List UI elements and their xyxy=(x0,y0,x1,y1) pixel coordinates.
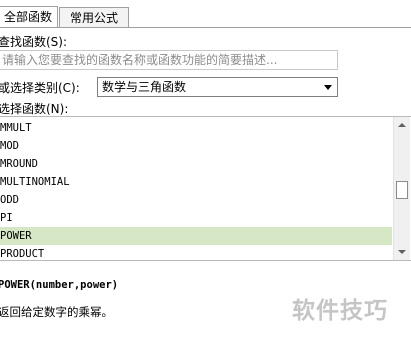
list-item[interactable]: MROUND xyxy=(0,155,392,173)
function-signature: POWER(number,power) xyxy=(0,279,119,291)
list-item[interactable]: PRODUCT xyxy=(0,245,392,260)
function-list[interactable]: MMULT MOD MROUND MULTINOMIAL ODD PI POWE… xyxy=(0,116,411,261)
scroll-up-icon[interactable] xyxy=(398,123,406,127)
tab-all-functions[interactable]: 全部函数 xyxy=(0,6,58,27)
list-item[interactable]: MULTINOMIAL xyxy=(0,173,392,191)
tab-bar: 全部函数 常用公式 xyxy=(0,0,411,28)
list-item[interactable]: PI xyxy=(0,209,392,227)
category-selected-value: 数学与三角函数 xyxy=(102,80,187,94)
list-item-selected[interactable]: POWER xyxy=(0,227,392,245)
search-input[interactable]: 请输入您要查找的函数名称或函数功能的简要描述... xyxy=(0,50,338,70)
list-item[interactable]: MOD xyxy=(0,137,392,155)
tab-common-formulas[interactable]: 常用公式 xyxy=(59,7,129,27)
scroll-down-icon[interactable] xyxy=(398,250,406,254)
search-label: 查找函数(S): xyxy=(0,35,68,49)
chevron-down-icon xyxy=(324,85,332,90)
function-description: 返回给定数字的乘幂。 xyxy=(0,305,113,319)
list-item[interactable]: MMULT xyxy=(0,119,392,137)
category-select[interactable]: 数学与三角函数 xyxy=(97,77,338,97)
list-scrollbar[interactable] xyxy=(393,117,410,260)
scrollbar-thumb[interactable] xyxy=(396,181,408,199)
category-label: 或选择类别(C): xyxy=(0,81,80,95)
watermark: 软件技巧 xyxy=(292,298,388,324)
function-list-label: 选择函数(N): xyxy=(0,102,69,116)
tab-divider xyxy=(0,27,411,28)
list-item[interactable]: ODD xyxy=(0,191,392,209)
